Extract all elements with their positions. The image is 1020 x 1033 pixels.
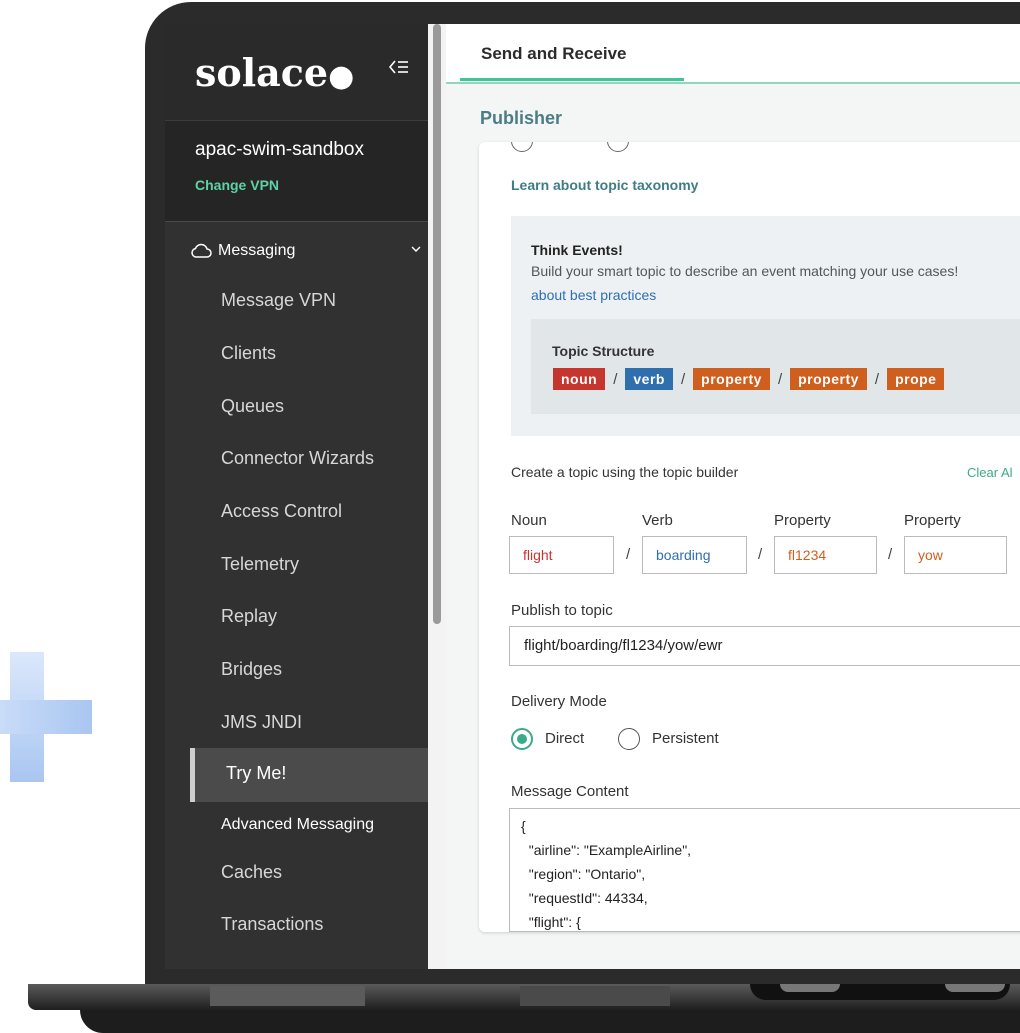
topic-separator: /: [888, 546, 893, 563]
active-tab-indicator: [460, 78, 684, 81]
think-events-description: Build your smart topic to describe an ev…: [531, 263, 959, 279]
cloud-icon: [191, 243, 212, 258]
chip-property: prope: [887, 368, 945, 390]
solace-logo: solace●: [195, 50, 355, 95]
main-content: Send and Receive Publisher Learn about t…: [446, 24, 1020, 969]
sidebar-item-connector-wizards[interactable]: Connector Wizards: [221, 448, 374, 469]
noun-label: Noun: [511, 512, 547, 529]
sidebar-item-label: Try Me!: [226, 763, 287, 783]
code-line: "requestId": 44334,: [521, 890, 648, 906]
topic-taxonomy-link[interactable]: Learn about topic taxonomy: [511, 177, 698, 193]
verb-input[interactable]: boarding: [642, 536, 747, 574]
publish-topic-label: Publish to topic: [511, 602, 613, 619]
sidebar-item-clients[interactable]: Clients: [221, 343, 276, 364]
sidebar-item-queues[interactable]: Queues: [221, 396, 284, 417]
code-line: {: [521, 818, 526, 834]
laptop-notch-glow: [780, 984, 840, 992]
topic-structure-box: Topic Structure noun / verb / property /…: [531, 319, 1020, 414]
message-content-label: Message Content: [511, 783, 629, 800]
noun-input[interactable]: flight: [509, 536, 614, 574]
delivery-mode-label: Delivery Mode: [511, 693, 607, 710]
collapse-menu-icon[interactable]: [388, 58, 409, 82]
think-events-title: Think Events!: [531, 242, 623, 258]
publish-topic-input[interactable]: flight/boarding/fl1234/yow/ewr: [509, 626, 1020, 666]
property-input[interactable]: yow: [904, 536, 1007, 574]
sidebar-item-caches[interactable]: Caches: [221, 862, 282, 883]
nav-section-messaging[interactable]: Messaging: [190, 242, 295, 260]
sidebar-scrollbar[interactable]: [433, 24, 441, 624]
clear-all-button[interactable]: Clear Al: [967, 465, 1013, 480]
laptop-base-highlight: [210, 986, 365, 1006]
sidebar-header: solace●: [165, 24, 428, 120]
topic-builder-label: Create a topic using the topic builder: [511, 464, 739, 480]
code-line: "airline": "ExampleAirline",: [521, 842, 692, 858]
chip-property: property: [790, 368, 867, 390]
chip-verb: verb: [625, 368, 673, 390]
laptop-base-highlight: [520, 986, 670, 1006]
verb-label: Verb: [642, 512, 673, 529]
chip-noun: noun: [553, 368, 606, 390]
radio-partial-icon[interactable]: [607, 142, 629, 152]
radio-partial-icon[interactable]: [511, 142, 533, 152]
sidebar-item-access-control[interactable]: Access Control: [221, 501, 342, 522]
property-label: Property: [774, 512, 831, 529]
topic-structure-row: noun / verb / property / property / prop…: [553, 368, 945, 390]
tab-bar: Send and Receive: [446, 24, 1020, 84]
app-screen: solace● apac-swim-sandbox Change VPN Mes…: [165, 24, 1020, 969]
property-input[interactable]: fl1234: [774, 536, 877, 574]
best-practices-link[interactable]: about best practices: [531, 287, 656, 303]
chevron-down-icon[interactable]: [411, 242, 421, 256]
laptop-notch-glow: [945, 984, 1005, 992]
sidebar-item-transactions[interactable]: Transactions: [221, 914, 323, 935]
vpn-name: apac-swim-sandbox: [195, 139, 364, 160]
topic-separator: /: [626, 546, 631, 563]
sidebar-item-bridges[interactable]: Bridges: [221, 659, 282, 680]
topic-separator: /: [680, 370, 686, 388]
delivery-persistent-label: Persistent: [652, 730, 719, 747]
publisher-card: Learn about topic taxonomy Think Events!…: [479, 142, 1020, 932]
topic-separator: /: [613, 370, 618, 388]
publisher-title: Publisher: [480, 108, 563, 128]
topic-structure-title: Topic Structure: [552, 343, 655, 359]
delivery-direct-label: Direct: [545, 730, 585, 747]
message-content-editor[interactable]: { "airline": "ExampleAirline", "region":…: [509, 808, 1020, 932]
code-line: "flight": {: [521, 914, 581, 930]
laptop-base-shadow: [80, 1010, 1020, 1033]
chip-property: property: [693, 368, 770, 390]
tab-send-and-receive[interactable]: Send and Receive: [481, 44, 627, 64]
change-vpn-link[interactable]: Change VPN: [195, 177, 279, 193]
sidebar-item-message-vpn[interactable]: Message VPN: [221, 290, 336, 311]
sidebar-item-replay[interactable]: Replay: [221, 606, 277, 627]
code-line: "region": "Ontario",: [521, 866, 646, 882]
sidebar-item-advanced-messaging[interactable]: Advanced Messaging: [221, 816, 374, 834]
delivery-direct-radio[interactable]: [511, 728, 533, 750]
topic-separator: /: [874, 370, 880, 388]
topic-separator: /: [758, 546, 763, 563]
sidebar-item-try-me[interactable]: Try Me!: [190, 748, 428, 802]
property-label: Property: [904, 512, 961, 529]
nav-section-label: Messaging: [218, 242, 296, 259]
think-events-panel: Think Events! Build your smart topic to …: [511, 216, 1020, 436]
sidebar-item-telemetry[interactable]: Telemetry: [221, 554, 299, 575]
delivery-persistent-radio[interactable]: [618, 728, 640, 750]
decorative-plus-horizontal: [0, 700, 92, 734]
sidebar: solace● apac-swim-sandbox Change VPN Mes…: [165, 24, 428, 969]
sidebar-item-jms-jndi[interactable]: JMS JNDI: [221, 712, 302, 733]
vpn-selector: apac-swim-sandbox Change VPN: [165, 120, 428, 222]
topic-separator: /: [777, 370, 783, 388]
